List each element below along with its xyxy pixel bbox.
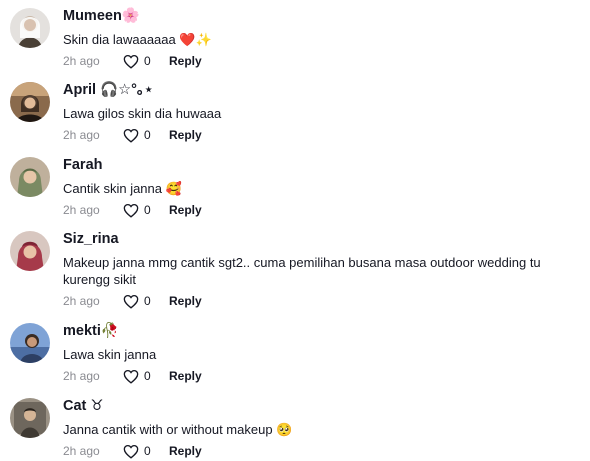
comment-meta: 2h ago 0 Reply (63, 52, 583, 70)
heart-outline-icon (123, 444, 139, 459)
comment-list: Mumeen🌸 Skin dia lawaaaaaa ❤️✨ 2h ago 0 … (0, 0, 590, 461)
avatar[interactable] (10, 323, 50, 363)
heart-outline-icon (123, 369, 139, 384)
comment-text: Makeup janna mmg cantik sgt2.. cuma pemi… (63, 255, 541, 287)
heart-outline-icon (123, 128, 139, 143)
comment-username[interactable]: Siz_rina (63, 231, 583, 248)
comment-meta: 2h ago 0 Reply (63, 442, 583, 460)
comment-text: Lawa gilos skin dia huwaaa (63, 106, 222, 121)
comment-username[interactable]: April 🎧☆°｡⋆ (63, 82, 583, 99)
heart-outline-icon (123, 294, 139, 309)
comment-username[interactable]: Mumeen🌸 (63, 8, 583, 25)
avatar[interactable] (10, 82, 50, 122)
reply-button[interactable]: Reply (169, 54, 202, 68)
heart-outline-icon (123, 203, 139, 218)
reply-button[interactable]: Reply (169, 203, 202, 217)
comment-time: 2h ago (63, 128, 100, 142)
comment-time: 2h ago (63, 369, 100, 383)
heart-outline-icon (123, 54, 139, 69)
comment-text: Skin dia lawaaaaaa ❤️✨ (63, 32, 212, 47)
comment-time: 2h ago (63, 203, 100, 217)
like-count: 0 (144, 369, 151, 383)
like-count: 0 (144, 444, 151, 458)
comment-text: Janna cantik with or without makeup 🥺 (63, 422, 293, 437)
comment-username[interactable]: Farah (63, 157, 583, 174)
avatar[interactable] (10, 157, 50, 197)
comment-text: Cantik skin janna 🥰 (63, 181, 182, 196)
comment-username[interactable]: mekti🥀 (63, 323, 583, 340)
like-button[interactable]: 0 (123, 54, 169, 69)
like-button[interactable]: 0 (123, 128, 169, 143)
reply-button[interactable]: Reply (169, 444, 202, 458)
comment-meta: 2h ago 0 Reply (63, 292, 583, 310)
like-count: 0 (144, 54, 151, 68)
like-button[interactable]: 0 (123, 203, 169, 218)
comment-time: 2h ago (63, 294, 100, 308)
like-button[interactable]: 0 (123, 369, 169, 384)
comment-username[interactable]: Cat ♉ (63, 398, 583, 415)
avatar[interactable] (10, 231, 50, 271)
comment-time: 2h ago (63, 54, 100, 68)
like-button[interactable]: 0 (123, 294, 169, 309)
comment-text: Lawa skin janna (63, 347, 157, 362)
like-button[interactable]: 0 (123, 444, 169, 459)
reply-button[interactable]: Reply (169, 294, 202, 308)
avatar[interactable] (10, 8, 50, 48)
comment-time: 2h ago (63, 444, 100, 458)
like-count: 0 (144, 294, 151, 308)
comment-meta: 2h ago 0 Reply (63, 367, 583, 385)
reply-button[interactable]: Reply (169, 369, 202, 383)
comment-meta: 2h ago 0 Reply (63, 126, 583, 144)
reply-button[interactable]: Reply (169, 128, 202, 142)
like-count: 0 (144, 203, 151, 217)
like-count: 0 (144, 128, 151, 142)
avatar[interactable] (10, 398, 50, 438)
comment-meta: 2h ago 0 Reply (63, 201, 583, 219)
